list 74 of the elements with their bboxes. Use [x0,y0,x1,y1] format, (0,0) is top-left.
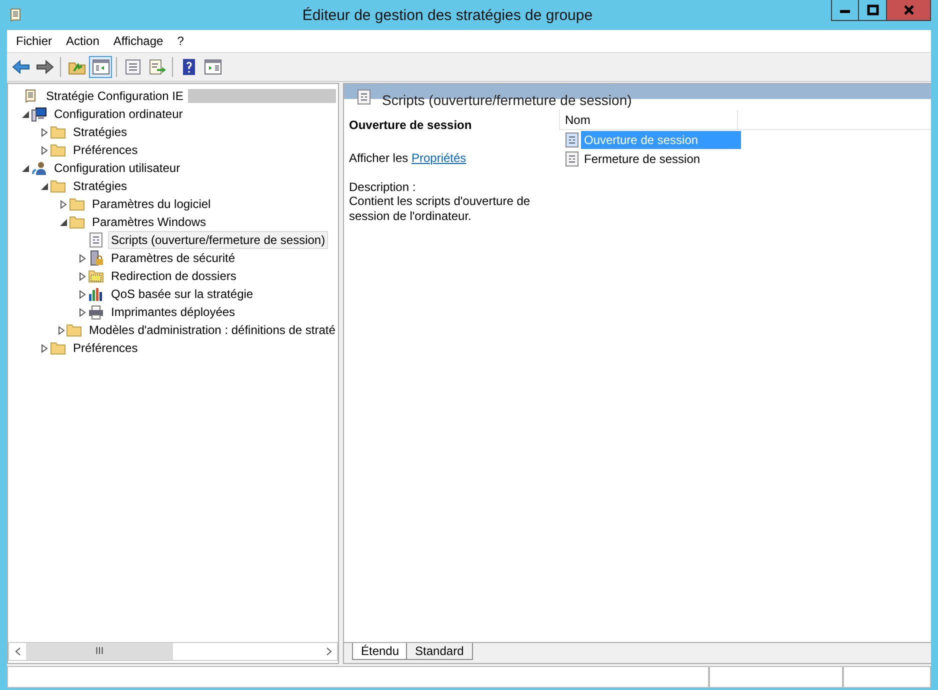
section-heading: Ouverture de session [349,118,473,132]
folder-icon [50,340,66,356]
view-tab[interactable]: Étendu [352,643,408,660]
script-icon [356,89,372,105]
menu-item[interactable]: ? [170,34,191,48]
folder-icon [50,142,66,158]
tree-item[interactable]: Paramètres Windows [89,213,210,231]
tree-item[interactable]: Scripts (ouverture/fermeture de session) [108,231,328,249]
bar-chart-icon [88,286,104,302]
expand-arrow-icon[interactable] [40,146,48,154]
expand-arrow-icon[interactable] [78,290,86,298]
action-pane-icon [204,58,222,76]
tree-item[interactable]: Préférences [70,141,141,159]
properties-icon [124,58,142,76]
tree-item[interactable]: Redirection de dossiers [108,267,240,285]
tree-item[interactable]: Configuration ordinateur [51,105,186,123]
menu-item[interactable]: Fichier [9,34,60,48]
maximize-icon [866,4,880,16]
script-icon [564,132,580,148]
collapse-arrow-icon[interactable] [40,182,48,190]
tree-button[interactable] [89,56,112,78]
script-icon [88,232,104,248]
window-title: Éditeur de gestion des stratégies de groupe [301,6,594,24]
description-label: Description : [349,180,417,194]
tree-item[interactable]: Imprimantes déployées [108,303,238,321]
folder-icon [88,268,104,284]
close-button[interactable] [887,0,931,21]
forward-icon [36,58,54,76]
tree-item[interactable]: Préférences [70,339,141,357]
menu-item[interactable]: Affichage [106,34,170,48]
expand-arrow-icon[interactable] [40,344,48,352]
script-icon [564,150,580,166]
folder-icon [66,322,82,338]
tree-pane-icon [92,58,110,76]
view-tab[interactable]: Standard [406,643,473,660]
tree-item[interactable]: Paramètres de sécurité [108,249,238,267]
description-text: Contient les scripts d'ouverture de session de l'ordinateur. [349,194,532,224]
expand-arrow-icon[interactable] [57,326,66,334]
list-item[interactable]: Fermeture de session [581,150,741,168]
pane-title: Scripts (ouverture/fermeture de session) [382,92,632,108]
tree-item[interactable]: QoS basée sur la stratégie [108,285,256,303]
folder-icon [50,178,66,194]
export-icon [148,58,166,76]
folder-icon [69,196,85,212]
tree-item[interactable]: Stratégies [70,177,130,195]
user-icon [31,160,47,176]
server-lock-icon [88,250,104,266]
tree-item[interactable]: Stratégies [70,123,130,141]
computer-icon [31,106,47,122]
tree-item[interactable]: Modèles d'administration : définitions de straté [86,321,338,339]
printer-icon [88,304,104,320]
maximize-button[interactable] [859,0,887,21]
show-label: Afficher les [349,151,408,165]
properties-link[interactable]: Propriétés [411,151,466,165]
column-header[interactable]: Nom [559,110,738,129]
tree-item[interactable]: Configuration utilisateur [51,159,184,177]
minimize-button[interactable] [831,0,859,21]
back-icon [12,58,30,76]
horizontal-scrollbar[interactable]: III [8,642,338,661]
collapse-arrow-icon[interactable] [58,218,68,226]
expand-arrow-icon[interactable] [78,272,86,280]
expand-arrow-icon[interactable] [78,254,86,262]
folder-icon [69,214,85,230]
collapse-arrow-icon[interactable] [20,110,30,118]
tree-item[interactable]: Paramètres du logiciel [89,195,214,213]
close-icon [902,4,916,16]
folder-icon [50,124,66,140]
expand-arrow-icon[interactable] [40,128,48,136]
scrollbar-thumb[interactable]: III [26,643,173,660]
menu-item[interactable]: Action [59,34,106,48]
expand-arrow-icon[interactable] [78,308,86,316]
expand-arrow-icon[interactable] [58,200,68,208]
collapse-arrow-icon[interactable] [20,164,30,172]
tree-item[interactable]: Stratégie Configuration IE [43,87,186,105]
